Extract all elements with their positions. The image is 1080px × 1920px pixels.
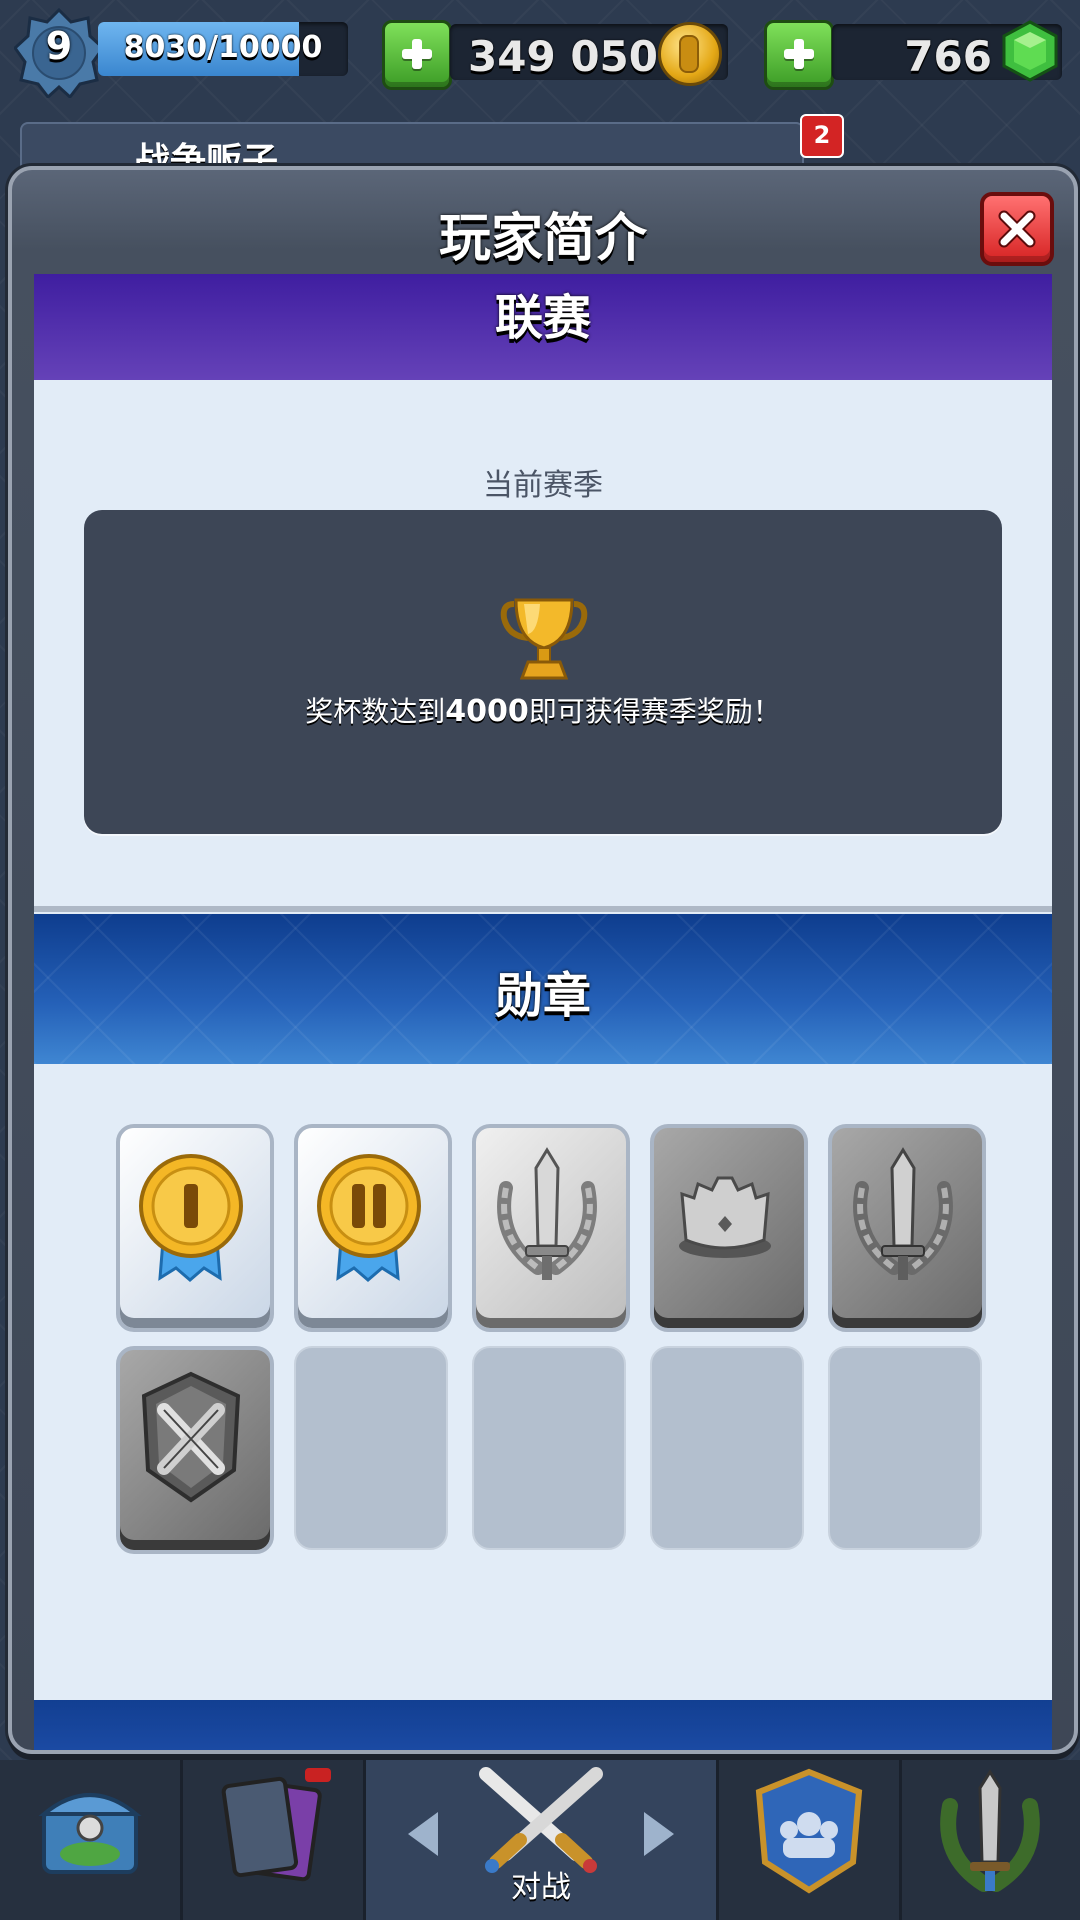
gem-icon (1002, 20, 1058, 82)
gem-counter: 766 (832, 20, 1062, 82)
crown-icon (679, 1176, 771, 1258)
nav-left-arrow-icon[interactable] (408, 1812, 438, 1856)
season-label: 当前赛季 (483, 468, 603, 503)
bottom-nav: 对战 (0, 1760, 1080, 1920)
xp-text: 8030/10000 (123, 30, 323, 65)
badges-header: 勋章 (34, 914, 1052, 1064)
season-message-prefix: 奖杯数达到 (305, 695, 446, 728)
section-divider (34, 906, 1052, 912)
season-message-suffix: 即可获得赛季奖励！ (528, 695, 781, 728)
nav-cards[interactable] (183, 1760, 366, 1920)
nav-battle[interactable]: 对战 (366, 1760, 719, 1920)
league-title: 联赛 (494, 290, 591, 346)
level-number: 9 (45, 24, 73, 68)
trophy-icon (500, 598, 588, 680)
gem-value: 766 (904, 32, 992, 81)
trophy-target-value: 4000 (445, 694, 529, 729)
sword-laurel-icon (497, 1147, 597, 1280)
level-badge[interactable]: 9 (14, 8, 104, 98)
badge-slot-3[interactable] (472, 1124, 630, 1332)
badge-slot-4[interactable] (650, 1124, 808, 1332)
crossed-swords-icon (479, 1767, 603, 1873)
badge-slot-6[interactable] (116, 1346, 274, 1554)
badge-slot-5[interactable] (828, 1124, 986, 1332)
gold-coin-icon (658, 22, 722, 86)
chest-icon (38, 1793, 142, 1874)
buy-gems-button[interactable] (764, 20, 834, 90)
profile-content[interactable]: 联赛 当前赛季 奖杯数达到4000即可获得赛季奖励！ 勋章 (34, 274, 1052, 1750)
nav-right-arrow-icon[interactable] (644, 1812, 674, 1856)
gold-medal-2-icon (317, 1154, 421, 1282)
gold-medal-1-icon (139, 1154, 243, 1282)
gold-counter: 349 050 (450, 22, 728, 86)
season-panel: 奖杯数达到4000即可获得赛季奖励！ (84, 510, 1002, 834)
crossed-swords-shield-icon (141, 1371, 241, 1503)
modal-title: 玩家简介 (438, 209, 647, 269)
badge-slot-9 (650, 1346, 804, 1550)
badge-slot-8 (472, 1346, 626, 1550)
nav-tournaments[interactable] (902, 1760, 1080, 1920)
clan-shield-icon (755, 1768, 863, 1894)
xp-bar: 8030/10000 (98, 22, 348, 76)
gold-value: 349 050 (468, 32, 658, 81)
next-section-header (34, 1700, 1052, 1750)
nav-battle-label: 对战 (511, 1870, 571, 1905)
nav-clan[interactable] (719, 1760, 902, 1920)
season-message: 奖杯数达到4000即可获得赛季奖励！ (84, 690, 1002, 730)
sword-laurel-icon (940, 1769, 1040, 1892)
player-profile-modal: 玩家简介 联赛 当前赛季 奖杯数达到4000即可获得赛季奖励！ 勋章 (8, 166, 1078, 1754)
cards-icon (221, 1768, 331, 1882)
nav-shop[interactable] (0, 1760, 183, 1920)
notification-badge: 2 (800, 114, 844, 158)
badges-title: 勋章 (494, 968, 591, 1024)
close-icon (998, 210, 1036, 248)
sword-laurel-icon (853, 1147, 953, 1280)
top-hud: 9 8030/10000 349 050 766 (0, 0, 1080, 110)
badge-slot-2[interactable] (294, 1124, 452, 1332)
league-header: 联赛 (34, 274, 1052, 380)
badge-slot-1[interactable] (116, 1124, 274, 1332)
badge-slot-7 (294, 1346, 448, 1550)
buy-gold-button[interactable] (382, 20, 452, 90)
close-button[interactable] (980, 192, 1054, 266)
badge-slot-10 (828, 1346, 982, 1550)
